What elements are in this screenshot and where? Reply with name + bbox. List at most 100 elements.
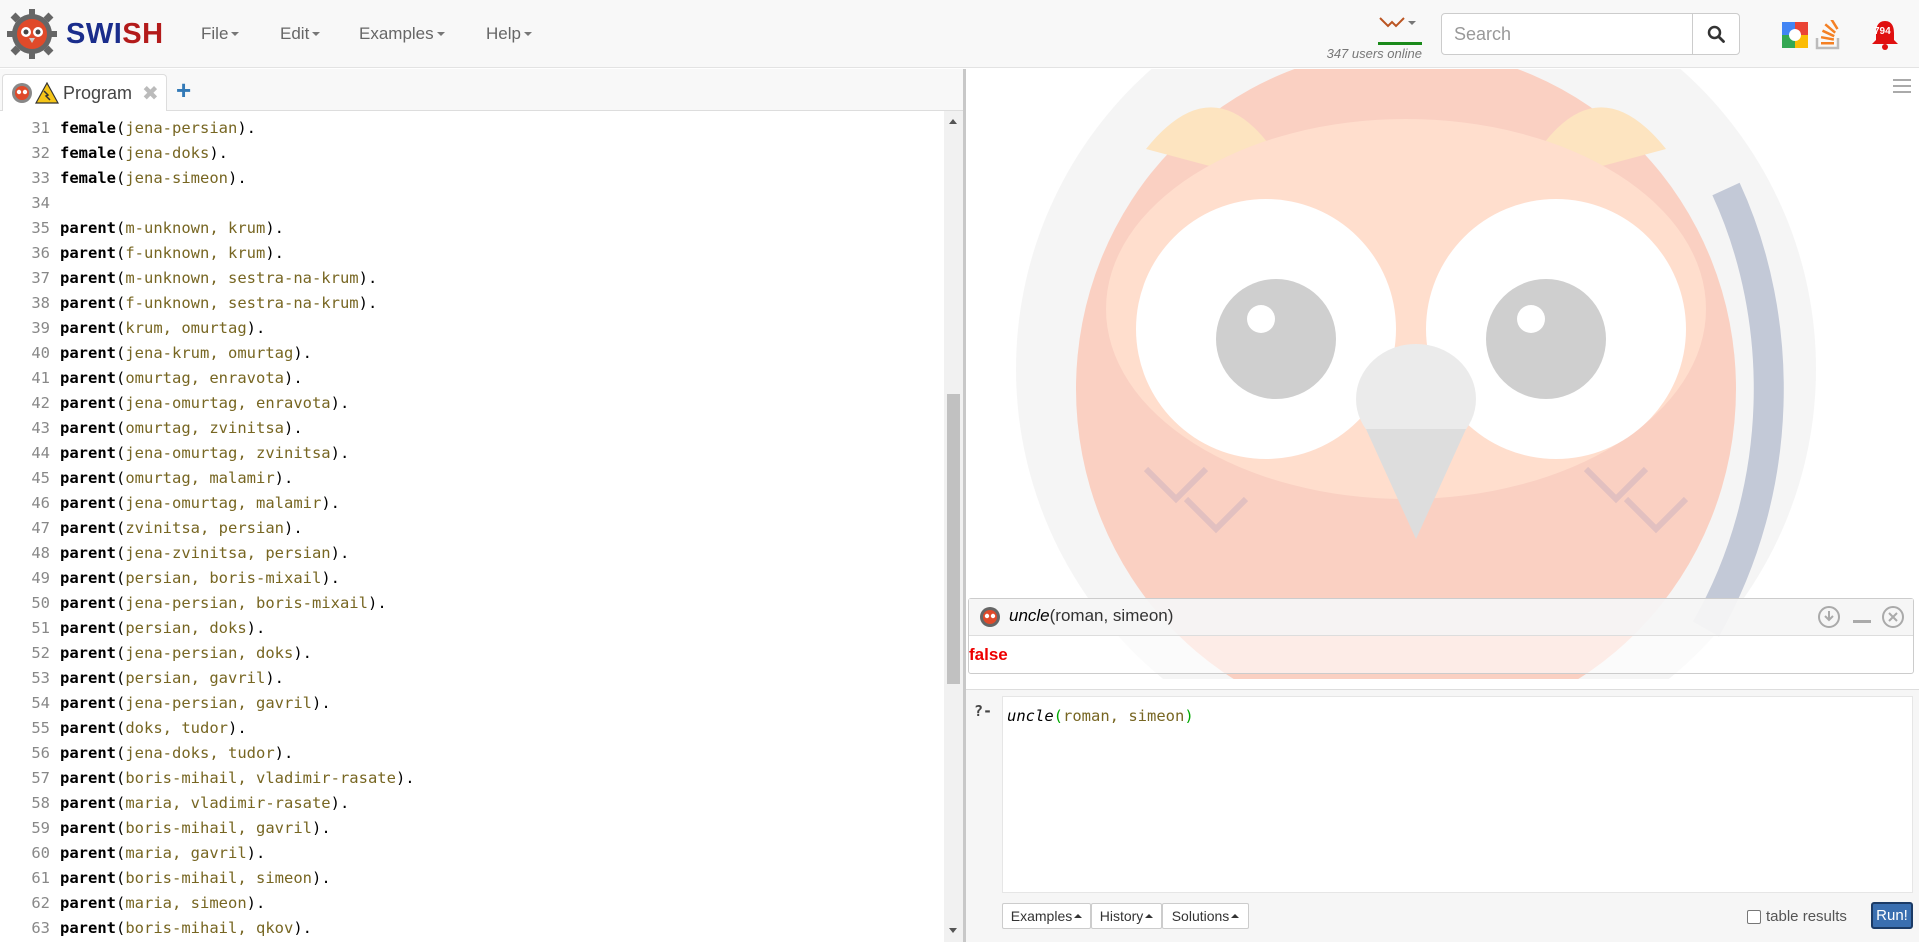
predicate-name: female (60, 169, 116, 187)
menu-file[interactable]: File (201, 0, 240, 68)
code-text: parent(m-unknown, krum). (60, 216, 284, 241)
swish-logo[interactable]: SWISH (6, 8, 164, 60)
code-text: parent(f-unknown, sestra-na-krum). (60, 291, 377, 316)
open-paren: ( (116, 869, 126, 887)
code-line: 54 parent(jena-persian, gavril). (0, 691, 944, 716)
line-number: 34 (31, 194, 50, 212)
notifications-bell[interactable]: 794 (1870, 19, 1900, 51)
caret-down-icon (231, 32, 240, 36)
predicate-args: doks, tudor (125, 719, 228, 737)
predicate-name: female (60, 144, 116, 162)
minimize-icon[interactable] (1851, 605, 1873, 629)
predicate-name: parent (60, 869, 116, 887)
query-editor[interactable]: uncle(roman, simeon) (1002, 696, 1913, 893)
menu-edit[interactable]: Edit (280, 0, 321, 68)
tab-program[interactable]: Program ✖ (2, 74, 167, 111)
open-paren: ( (116, 519, 126, 537)
menu-examples[interactable]: Examples (359, 0, 445, 68)
predicate-name: parent (60, 694, 116, 712)
code-text: parent(boris-mihail, simeon). (60, 866, 331, 891)
code-text: parent(krum, omurtag). (60, 316, 265, 341)
code-line: 60 parent(maria, gavril). (0, 841, 944, 866)
download-icon[interactable] (1817, 605, 1841, 629)
search-button[interactable] (1692, 13, 1740, 55)
editor-scrollbar[interactable] (944, 111, 963, 942)
code-line: 62 parent(maria, simeon). (0, 891, 944, 916)
close-paren: ). (321, 569, 340, 587)
code-line: 35 parent(m-unknown, krum). (0, 216, 944, 241)
code-text: parent(m-unknown, sestra-na-krum). (60, 266, 377, 291)
close-paren: ). (228, 169, 247, 187)
predicate-name: parent (60, 719, 116, 737)
line-number: 55 (31, 719, 50, 737)
query-pred: uncle (1007, 707, 1054, 725)
caret-down-icon (436, 32, 445, 36)
open-paren: ( (116, 319, 126, 337)
history-button[interactable]: History (1091, 903, 1162, 929)
scroll-up-icon[interactable] (949, 119, 957, 124)
line-number: 33 (31, 169, 50, 187)
open-paren: ( (116, 244, 126, 262)
line-number: 36 (31, 244, 50, 262)
line-number: 62 (31, 894, 50, 912)
run-button[interactable]: Run! (1871, 902, 1913, 929)
code-line: 33 female(jena-simeon). (0, 166, 944, 191)
code-text: parent(persian, doks). (60, 616, 265, 641)
tab-bar: Program ✖ + (0, 69, 963, 111)
open-paren: ( (116, 494, 126, 512)
predicate-args: maria, simeon (125, 894, 247, 912)
line-number: 59 (31, 819, 50, 837)
open-paren: ( (116, 144, 126, 162)
close-paren: ). (330, 444, 350, 462)
code-text: parent(jena-persian, boris-mixail). (60, 591, 387, 616)
line-number: 37 (31, 269, 50, 287)
scrollbar-thumb[interactable] (947, 394, 960, 684)
open-paren: ( (116, 769, 126, 787)
stackoverflow-icon[interactable] (1814, 20, 1842, 50)
close-icon[interactable]: ✖ (142, 81, 159, 106)
menu-hamburger-icon[interactable] (1893, 79, 1911, 97)
close-paren: ). (311, 694, 331, 712)
predicate-args: jena-doks, tudor (125, 744, 275, 762)
nav-icons: 794 (1782, 18, 1900, 52)
code-line: 47 parent(zvinitsa, persian). (0, 516, 944, 541)
predicate-name: parent (60, 494, 116, 512)
answer-controls (1817, 605, 1905, 629)
close-paren: ). (293, 344, 312, 362)
predicate-name: parent (60, 394, 116, 412)
open-paren: ( (116, 219, 126, 237)
users-online-indicator[interactable] (1378, 12, 1422, 46)
predicate-name: parent (60, 419, 116, 437)
examples-button[interactable]: Examples (1002, 903, 1091, 929)
code-line: 40 parent(jena-krum, omurtag). (0, 341, 944, 366)
code-text: parent(zvinitsa, persian). (60, 516, 303, 541)
predicate-args: jena-krum, omurtag (125, 344, 294, 362)
close-icon[interactable] (1881, 605, 1905, 629)
search-input[interactable] (1441, 13, 1693, 55)
line-number: 61 (31, 869, 50, 887)
open-paren: ( (116, 794, 126, 812)
code-text: parent(jena-zvinitsa, persian). (60, 541, 349, 566)
program-editor[interactable]: 31 female(jena-persian). 32 female(jena-dok… (0, 111, 944, 942)
menu-help[interactable]: Help (486, 0, 532, 68)
line-number: 43 (31, 419, 50, 437)
code-text: parent(maria, gavril). (60, 841, 265, 866)
scroll-down-icon[interactable] (949, 928, 957, 933)
add-tab-button[interactable]: + (176, 75, 191, 106)
code-text: parent(jena-persian, doks). (60, 641, 312, 666)
table-results-toggle[interactable]: table results (1747, 908, 1847, 925)
code-line: 36 parent(f-unknown, krum). (0, 241, 944, 266)
open-paren: ( (116, 919, 126, 937)
code-line: 59 parent(boris-mihail, gavril). (0, 816, 944, 841)
solutions-button[interactable]: Solutions (1162, 903, 1249, 929)
code-line: 45 parent(omurtag, malamir). (0, 466, 944, 491)
predicate-name: parent (60, 669, 116, 687)
caret-up-icon (1231, 914, 1240, 918)
notification-count: 794 (1874, 26, 1891, 37)
code-line: 53 parent(persian, gavril). (0, 666, 944, 691)
google-login-icon[interactable] (1782, 22, 1808, 48)
table-results-checkbox[interactable] (1747, 909, 1761, 924)
line-number: 51 (31, 619, 50, 637)
close-paren: ). (246, 319, 266, 337)
search-icon (1707, 25, 1725, 43)
